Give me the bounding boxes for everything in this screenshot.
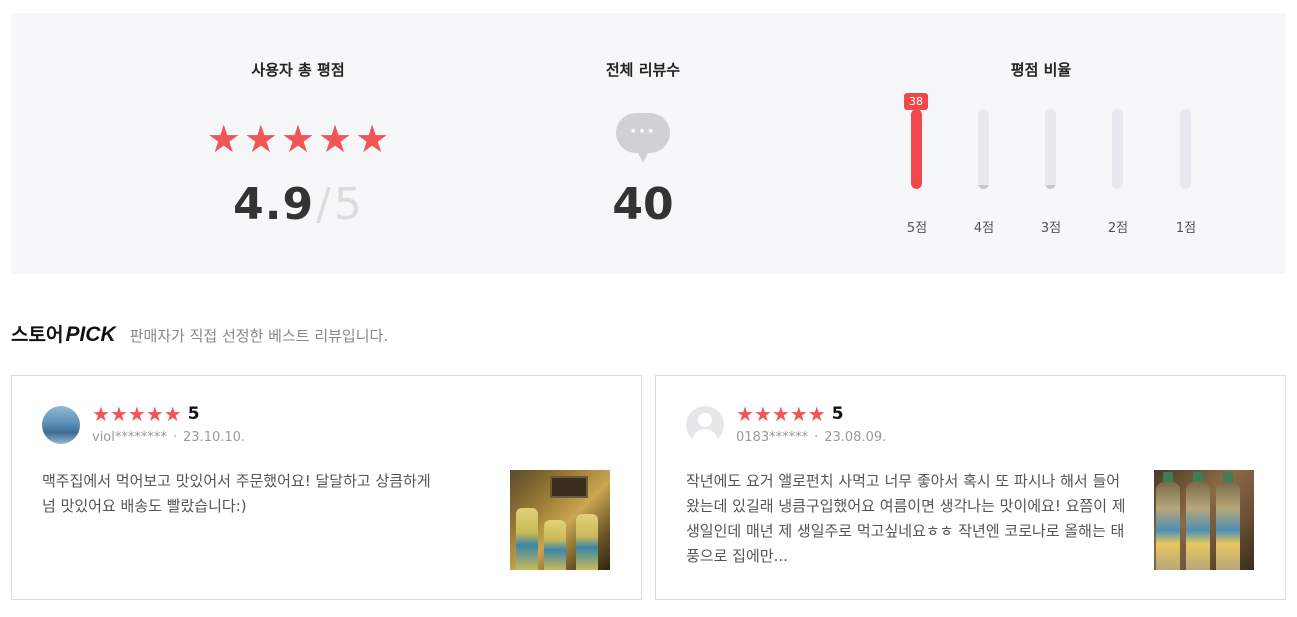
ratio-bar-track <box>1112 109 1123 189</box>
review-text: 작년에도 요거 앨로펀치 사먹고 너무 좋아서 혹시 또 파시나 해서 들어왔는… <box>686 472 1126 565</box>
total-score-value: 4.9 <box>233 179 315 230</box>
star-icon: ★ <box>92 402 110 426</box>
pick-label: PICK <box>65 323 116 346</box>
star-icon: ★ <box>736 402 754 426</box>
store-label: 스토어 <box>11 324 64 346</box>
ratio-bar-fill <box>978 185 989 189</box>
review-count-section: 전체 리뷰수 ··· 40 <box>541 13 745 274</box>
review-count-value: 40 <box>612 179 674 230</box>
ratio-bar-label: 5점 <box>906 221 928 236</box>
star-icon: ★ <box>243 117 278 161</box>
total-score-value-line: 4.9/5 <box>181 179 415 230</box>
rating-ratio-title: 평점 비율 <box>1010 61 1072 79</box>
ratio-bar-track <box>978 109 989 189</box>
ratio-bar-track <box>1045 109 1056 189</box>
ratio-bar-fill <box>1045 185 1056 189</box>
star-icon: ★ <box>109 402 128 426</box>
review-rating-value: 5 <box>187 404 200 424</box>
review-user: 0183****** <box>736 430 809 445</box>
ratio-bar-track <box>1180 109 1191 189</box>
ratio-bar-label: 2점 <box>1107 221 1129 236</box>
meta-dot: · <box>814 430 819 445</box>
star-icon: ★ <box>206 117 241 161</box>
review-meta: viol******** · 23.10.10. <box>92 430 245 445</box>
star-icon: ★ <box>807 402 826 426</box>
total-score-stars: ★ ★ ★ ★ ★ <box>181 118 415 160</box>
score-slash: / <box>316 179 332 230</box>
review-date: 23.08.09. <box>824 430 887 445</box>
rating-summary-panel: 사용자 총 평점 ★ ★ ★ ★ ★ 4.9/5 전체 리뷰수 ··· 40 평… <box>11 13 1286 274</box>
star-icon: ★ <box>163 402 182 426</box>
total-score-section: 사용자 총 평점 ★ ★ ★ ★ ★ 4.9/5 <box>181 13 415 274</box>
star-icon: ★ <box>318 117 353 161</box>
star-icon: ★ <box>355 117 390 161</box>
star-icon: ★ <box>280 117 316 161</box>
star-icon: ★ <box>789 402 808 426</box>
bubble-dots: ··· <box>629 121 657 142</box>
ratio-badge: 38 <box>904 93 928 110</box>
star-icon: ★ <box>771 402 790 426</box>
star-icon: ★ <box>145 402 164 426</box>
default-avatar-icon <box>686 406 724 444</box>
star-icon: ★ <box>127 402 146 426</box>
star-icon: ★ <box>753 402 772 426</box>
total-score-title: 사용자 총 평점 <box>251 61 345 79</box>
review-count-title: 전체 리뷰수 <box>605 61 681 79</box>
review-meta: 0183****** · 23.08.09. <box>736 430 886 445</box>
meta-dot: · <box>172 430 178 445</box>
rating-ratio-section: 평점 비율 38 5점 4점 3점 2점 1점 <box>891 13 1196 274</box>
review-card[interactable]: ★ ★ ★ ★ ★ 5 0183****** · 23.08.09. 작년에도 요거… <box>655 375 1286 600</box>
review-photo-thumbnail[interactable] <box>1154 470 1254 570</box>
store-pick-description: 판매자가 직접 선정한 베스트 리뷰입니다. <box>129 327 389 345</box>
review-rating-value: 5 <box>831 404 844 424</box>
review-photo-thumbnail[interactable] <box>510 470 610 570</box>
ratio-bar-label: 3점 <box>1040 221 1062 236</box>
total-score-max: 5 <box>333 179 363 230</box>
review-user: viol******** <box>92 430 167 445</box>
review-date: 23.10.10. <box>183 430 246 445</box>
review-rating: ★ ★ ★ ★ ★ 5 <box>92 402 200 426</box>
store-pick-header: 스토어 PICK 판매자가 직접 선정한 베스트 리뷰입니다. <box>11 320 388 350</box>
avatar <box>42 406 80 444</box>
review-card[interactable]: ★ ★ ★ ★ ★ 5 viol******** · 23.10.10. 맥주집에서… <box>11 375 642 600</box>
ratio-bar-track <box>911 109 922 189</box>
speech-bubble-icon: ··· <box>616 113 670 165</box>
review-rating: ★ ★ ★ ★ ★ 5 <box>736 402 844 426</box>
ratio-bar-fill <box>911 109 922 189</box>
review-text: 맥주집에서 먹어보고 맛있어서 주문했어요! 달달하고 상큼하게 넘 맛있어요 … <box>42 472 431 515</box>
ratio-bar-label: 1점 <box>1175 221 1197 236</box>
ratio-bar-label: 4점 <box>973 221 995 236</box>
rating-ratio-bars: 38 5점 4점 3점 2점 1점 <box>891 93 1196 236</box>
